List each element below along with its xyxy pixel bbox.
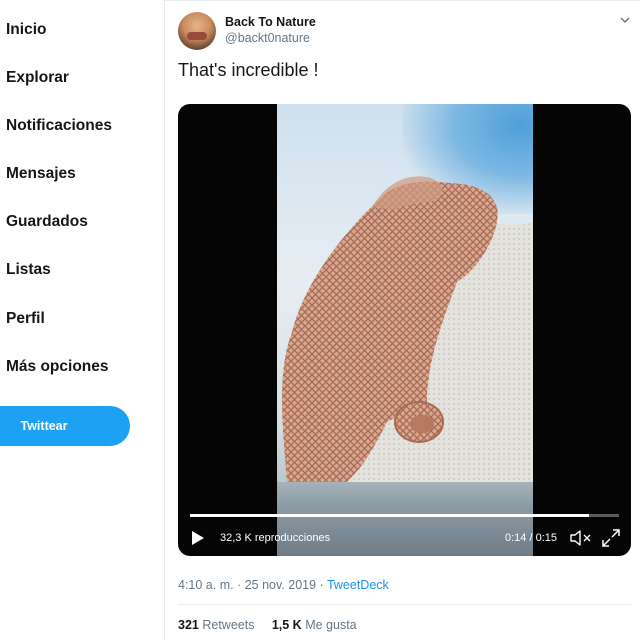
likes-count: 1,5 K xyxy=(271,618,302,632)
retweets-label: Retweets xyxy=(202,618,255,632)
likes-label: Me gusta xyxy=(305,618,357,632)
retweets-count: 321 xyxy=(178,618,199,632)
author-handle[interactable]: @backt0nature xyxy=(225,31,310,45)
chevron-down-icon[interactable] xyxy=(619,14,631,26)
volume-muted-icon[interactable] xyxy=(570,529,592,547)
likes-stat[interactable]: 1,5 K Me gusta xyxy=(272,618,357,632)
sculpture-image xyxy=(282,176,533,483)
avatar[interactable] xyxy=(178,12,216,50)
nav-item-notificaciones[interactable]: Notificaciones xyxy=(6,112,112,140)
tweet-source-link[interactable]: TweetDeck xyxy=(327,578,389,592)
fullscreen-icon[interactable] xyxy=(602,529,620,547)
video-time: 0:14 / 0:15 xyxy=(505,532,557,544)
view-count: 32,3 K reproducciones xyxy=(220,532,331,544)
tweet-button[interactable]: Twittear xyxy=(0,406,130,446)
nav-item-mensajes[interactable]: Mensajes xyxy=(6,160,76,188)
top-divider xyxy=(165,0,640,1)
stats-divider xyxy=(178,604,631,605)
nav-item-listas[interactable]: Listas xyxy=(6,256,51,284)
water xyxy=(277,482,533,556)
tweet-stats: 321 Retweets 1,5 K Me gusta xyxy=(178,618,357,632)
play-icon[interactable] xyxy=(191,530,205,546)
author-name[interactable]: Back To Nature xyxy=(225,15,316,29)
video-progress-fill xyxy=(190,514,589,517)
video-progress-bar[interactable] xyxy=(190,514,619,517)
nav-item-mas-opciones[interactable]: Más opciones xyxy=(6,353,109,381)
retweets-stat[interactable]: 321 Retweets xyxy=(178,618,254,632)
nav-item-inicio[interactable]: Inicio xyxy=(6,16,46,44)
nav-item-guardados[interactable]: Guardados xyxy=(6,208,88,236)
tweet-text: That's incredible ! xyxy=(178,60,319,80)
video-frame xyxy=(277,104,533,556)
tweet-meta: 4:10 a. m. · 25 nov. 2019 · TweetDeck xyxy=(178,578,389,592)
tweet-timestamp[interactable]: 4:10 a. m. · 25 nov. 2019 · xyxy=(178,578,327,592)
video-player[interactable]: 32,3 K reproducciones 0:14 / 0:15 xyxy=(178,104,631,556)
nav-item-perfil[interactable]: Perfil xyxy=(6,305,45,333)
sidebar-divider xyxy=(164,0,165,640)
sidebar-nav: Inicio Explorar Notificaciones Mensajes … xyxy=(0,0,165,640)
nav-item-explorar[interactable]: Explorar xyxy=(6,64,69,92)
